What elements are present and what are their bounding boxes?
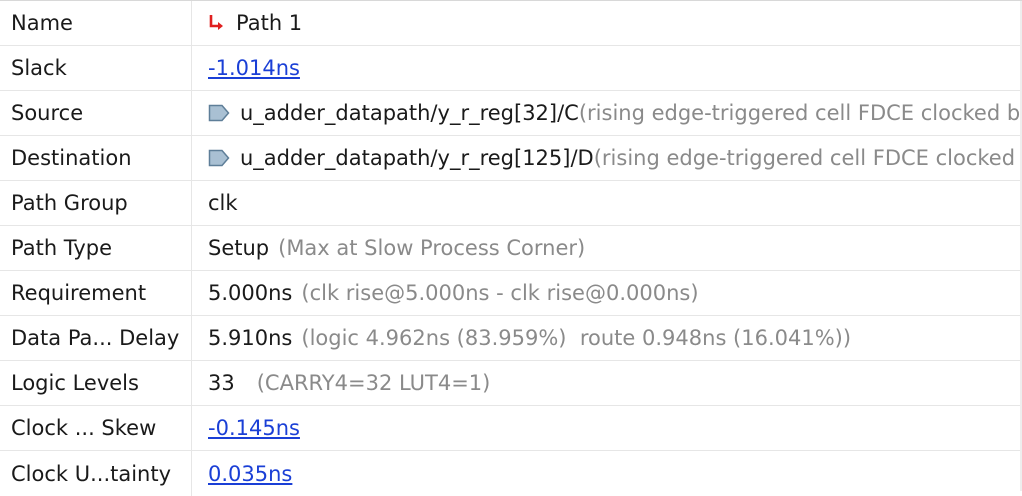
- source-pin[interactable]: u_adder_datapath/y_r_reg[32]/C: [240, 101, 579, 125]
- row-label: Data Pa... Delay: [0, 316, 192, 360]
- logic-levels-note: (CARRY4=32 LUT4=1): [256, 371, 491, 395]
- destination-pin[interactable]: u_adder_datapath/y_r_reg[125]/D: [240, 146, 594, 170]
- row-value: -0.145ns: [192, 406, 1022, 450]
- row-value: u_adder_datapath/y_r_reg[32]/C (rising e…: [192, 91, 1022, 135]
- slack-link[interactable]: -1.014ns: [208, 56, 300, 80]
- row-value: 5.000ns (clk rise@5.000ns - clk rise@0.0…: [192, 271, 1022, 315]
- row-path-group: Path Group clk: [0, 181, 1022, 226]
- row-label: Clock ... Skew: [0, 406, 192, 450]
- row-clock-skew: Clock ... Skew -0.145ns: [0, 406, 1022, 451]
- row-requirement: Requirement 5.000ns (clk rise@5.000ns - …: [0, 271, 1022, 316]
- path-group-value: clk: [208, 191, 238, 215]
- clock-uncertainty-link[interactable]: 0.035ns: [208, 462, 292, 486]
- row-data-path-delay: Data Pa... Delay 5.910ns (logic 4.962ns …: [0, 316, 1022, 361]
- path-name: Path 1: [236, 11, 303, 35]
- source-note: (rising edge-triggered cell FDCE clocked…: [578, 101, 1022, 125]
- row-logic-levels: Logic Levels 33 (CARRY4=32 LUT4=1): [0, 361, 1022, 406]
- row-label: Path Type: [0, 226, 192, 270]
- row-label: Slack: [0, 46, 192, 90]
- row-label: Requirement: [0, 271, 192, 315]
- destination-note: (rising edge-triggered cell FDCE clocked…: [593, 146, 1022, 170]
- row-label: Logic Levels: [0, 361, 192, 405]
- requirement-value: 5.000ns: [208, 281, 293, 305]
- path-arrow-icon: [208, 13, 226, 33]
- data-path-delay-value: 5.910ns: [208, 326, 293, 350]
- row-value: Setup (Max at Slow Process Corner): [192, 226, 1022, 270]
- pin-tag-icon: [208, 104, 230, 122]
- row-label: Destination: [0, 136, 192, 180]
- row-label: Clock U...tainty: [0, 451, 192, 496]
- row-value: Path 1: [192, 1, 1022, 45]
- path-type-note: (Max at Slow Process Corner): [278, 236, 586, 260]
- row-slack: Slack -1.014ns: [0, 46, 1022, 91]
- data-path-delay-note: (logic 4.962ns (83.959%) route 0.948ns (…: [301, 326, 852, 350]
- row-label: Path Group: [0, 181, 192, 225]
- row-value: 0.035ns: [192, 451, 1022, 496]
- row-value: -1.014ns: [192, 46, 1022, 90]
- row-source: Source u_adder_datapath/y_r_reg[32]/C (r…: [0, 91, 1022, 136]
- row-value: 5.910ns (logic 4.962ns (83.959%) route 0…: [192, 316, 1022, 360]
- pin-tag-icon: [208, 149, 230, 167]
- path-type-value: Setup: [208, 236, 270, 260]
- row-label: Name: [0, 1, 192, 45]
- row-value: clk: [192, 181, 1022, 225]
- row-value: 33 (CARRY4=32 LUT4=1): [192, 361, 1022, 405]
- requirement-note: (clk rise@5.000ns - clk rise@0.000ns): [301, 281, 699, 305]
- row-name: Name Path 1: [0, 1, 1022, 46]
- row-clock-uncertainty: Clock U...tainty 0.035ns: [0, 451, 1022, 496]
- row-destination: Destination u_adder_datapath/y_r_reg[125…: [0, 136, 1022, 181]
- path-properties-table: Name Path 1 Slack -1.014ns Source u_adde…: [0, 0, 1022, 496]
- row-value: u_adder_datapath/y_r_reg[125]/D (rising …: [192, 136, 1022, 180]
- row-label: Source: [0, 91, 192, 135]
- clock-skew-link[interactable]: -0.145ns: [208, 416, 300, 440]
- row-path-type: Path Type Setup (Max at Slow Process Cor…: [0, 226, 1022, 271]
- logic-levels-value: 33: [208, 371, 235, 395]
